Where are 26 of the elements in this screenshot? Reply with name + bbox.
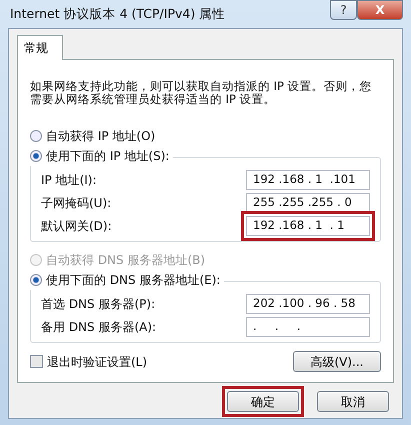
radio-button[interactable] [30,130,42,142]
field-label: 备用 DNS 服务器(A): [41,318,156,336]
ip-address-field[interactable]: . . . [246,316,370,336]
radio-button[interactable] [30,150,42,162]
advanced-button[interactable]: 高级(V)... [293,351,381,372]
radio-label: 使用下面的 IP 地址(S): [46,148,170,165]
radio-label: 使用下面的 DNS 服务器地址(E): [46,272,220,289]
ip-address-field[interactable]: 202 .100 . 96 . 58 [246,294,370,314]
description-text: 如果网络支持此功能，则可以获取自动指派的 IP 设置。否则，您需要从网络系统管理员处获得适当的 IP 设置。 [30,80,373,106]
tab[interactable]: 常规 [17,35,63,60]
field-label: IP 地址(I): [41,172,97,188]
help-button[interactable]: ? [330,0,357,20]
checkbox-label: 退出时验证设置(L) [47,354,148,370]
ip-address-field[interactable]: 192 .168 . 1 . 1 [246,216,370,236]
dialog-button[interactable]: 确定 [227,391,299,412]
radio-button[interactable] [30,274,42,286]
field-label: 默认网关(D): [41,218,112,234]
radio-label: 自动获得 IP 地址(O) [46,128,156,145]
ip-address-field[interactable]: 255 .255 .255 . 0 [246,192,370,212]
checkbox[interactable] [30,355,43,368]
field-label: 首选 DNS 服务器(P): [41,296,156,312]
dialog-button[interactable]: 取消 [317,391,389,412]
window-title: Internet 协议版本 4 (TCP/IPv4) 属性 [9,4,226,23]
radio-label: 自动获得 DNS 服务器地址(B) [46,252,206,269]
field-label: 子网掩码(U): [41,194,112,212]
ip-address-field[interactable]: 192 .168 . 1 .101 [246,170,370,190]
